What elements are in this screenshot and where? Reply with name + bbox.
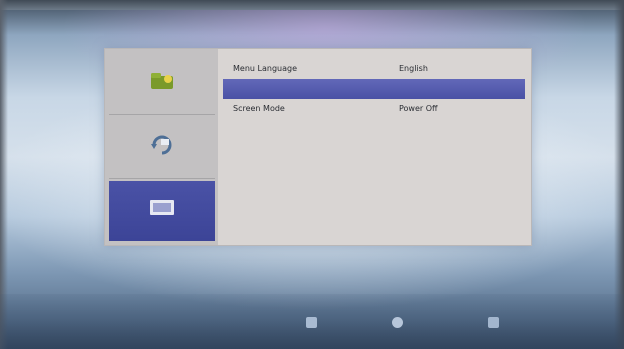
settings-menu: Menu Language English Screen Mode Power … — [223, 59, 525, 199]
key-icon — [392, 316, 403, 328]
key-icon — [306, 316, 317, 328]
footer-hint — [306, 312, 321, 332]
menu-row-value: English — [399, 64, 428, 73]
footer-hint — [392, 312, 407, 332]
settings-dialog: Menu Language English Screen Mode Power … — [104, 48, 532, 246]
footer-hints — [0, 312, 624, 332]
screen-icon — [147, 196, 177, 220]
menu-row[interactable] — [223, 159, 525, 179]
menu-row-screen-mode[interactable]: Screen Mode Power Off — [223, 99, 525, 119]
menu-row-selected[interactable] — [223, 79, 525, 99]
cycle-icon — [147, 133, 177, 157]
menu-row-label: Menu Language — [233, 64, 297, 73]
top-frame — [0, 0, 624, 10]
sidebar-item-playback[interactable] — [109, 117, 215, 179]
tv-screen: Menu Language English Screen Mode Power … — [0, 0, 624, 349]
menu-row-value: Power Off — [399, 104, 438, 113]
menu-row-label: Screen Mode — [233, 104, 285, 113]
folder-icon — [147, 69, 177, 93]
menu-row-language[interactable]: Menu Language English — [223, 59, 525, 79]
sidebar-item-display[interactable] — [109, 181, 215, 241]
settings-sidebar — [105, 49, 218, 245]
menu-row[interactable] — [223, 139, 525, 159]
menu-row[interactable] — [223, 119, 525, 139]
footer-hint — [488, 312, 503, 332]
sidebar-item-general[interactable] — [109, 53, 215, 115]
key-icon — [488, 316, 499, 328]
menu-row[interactable] — [223, 179, 525, 199]
